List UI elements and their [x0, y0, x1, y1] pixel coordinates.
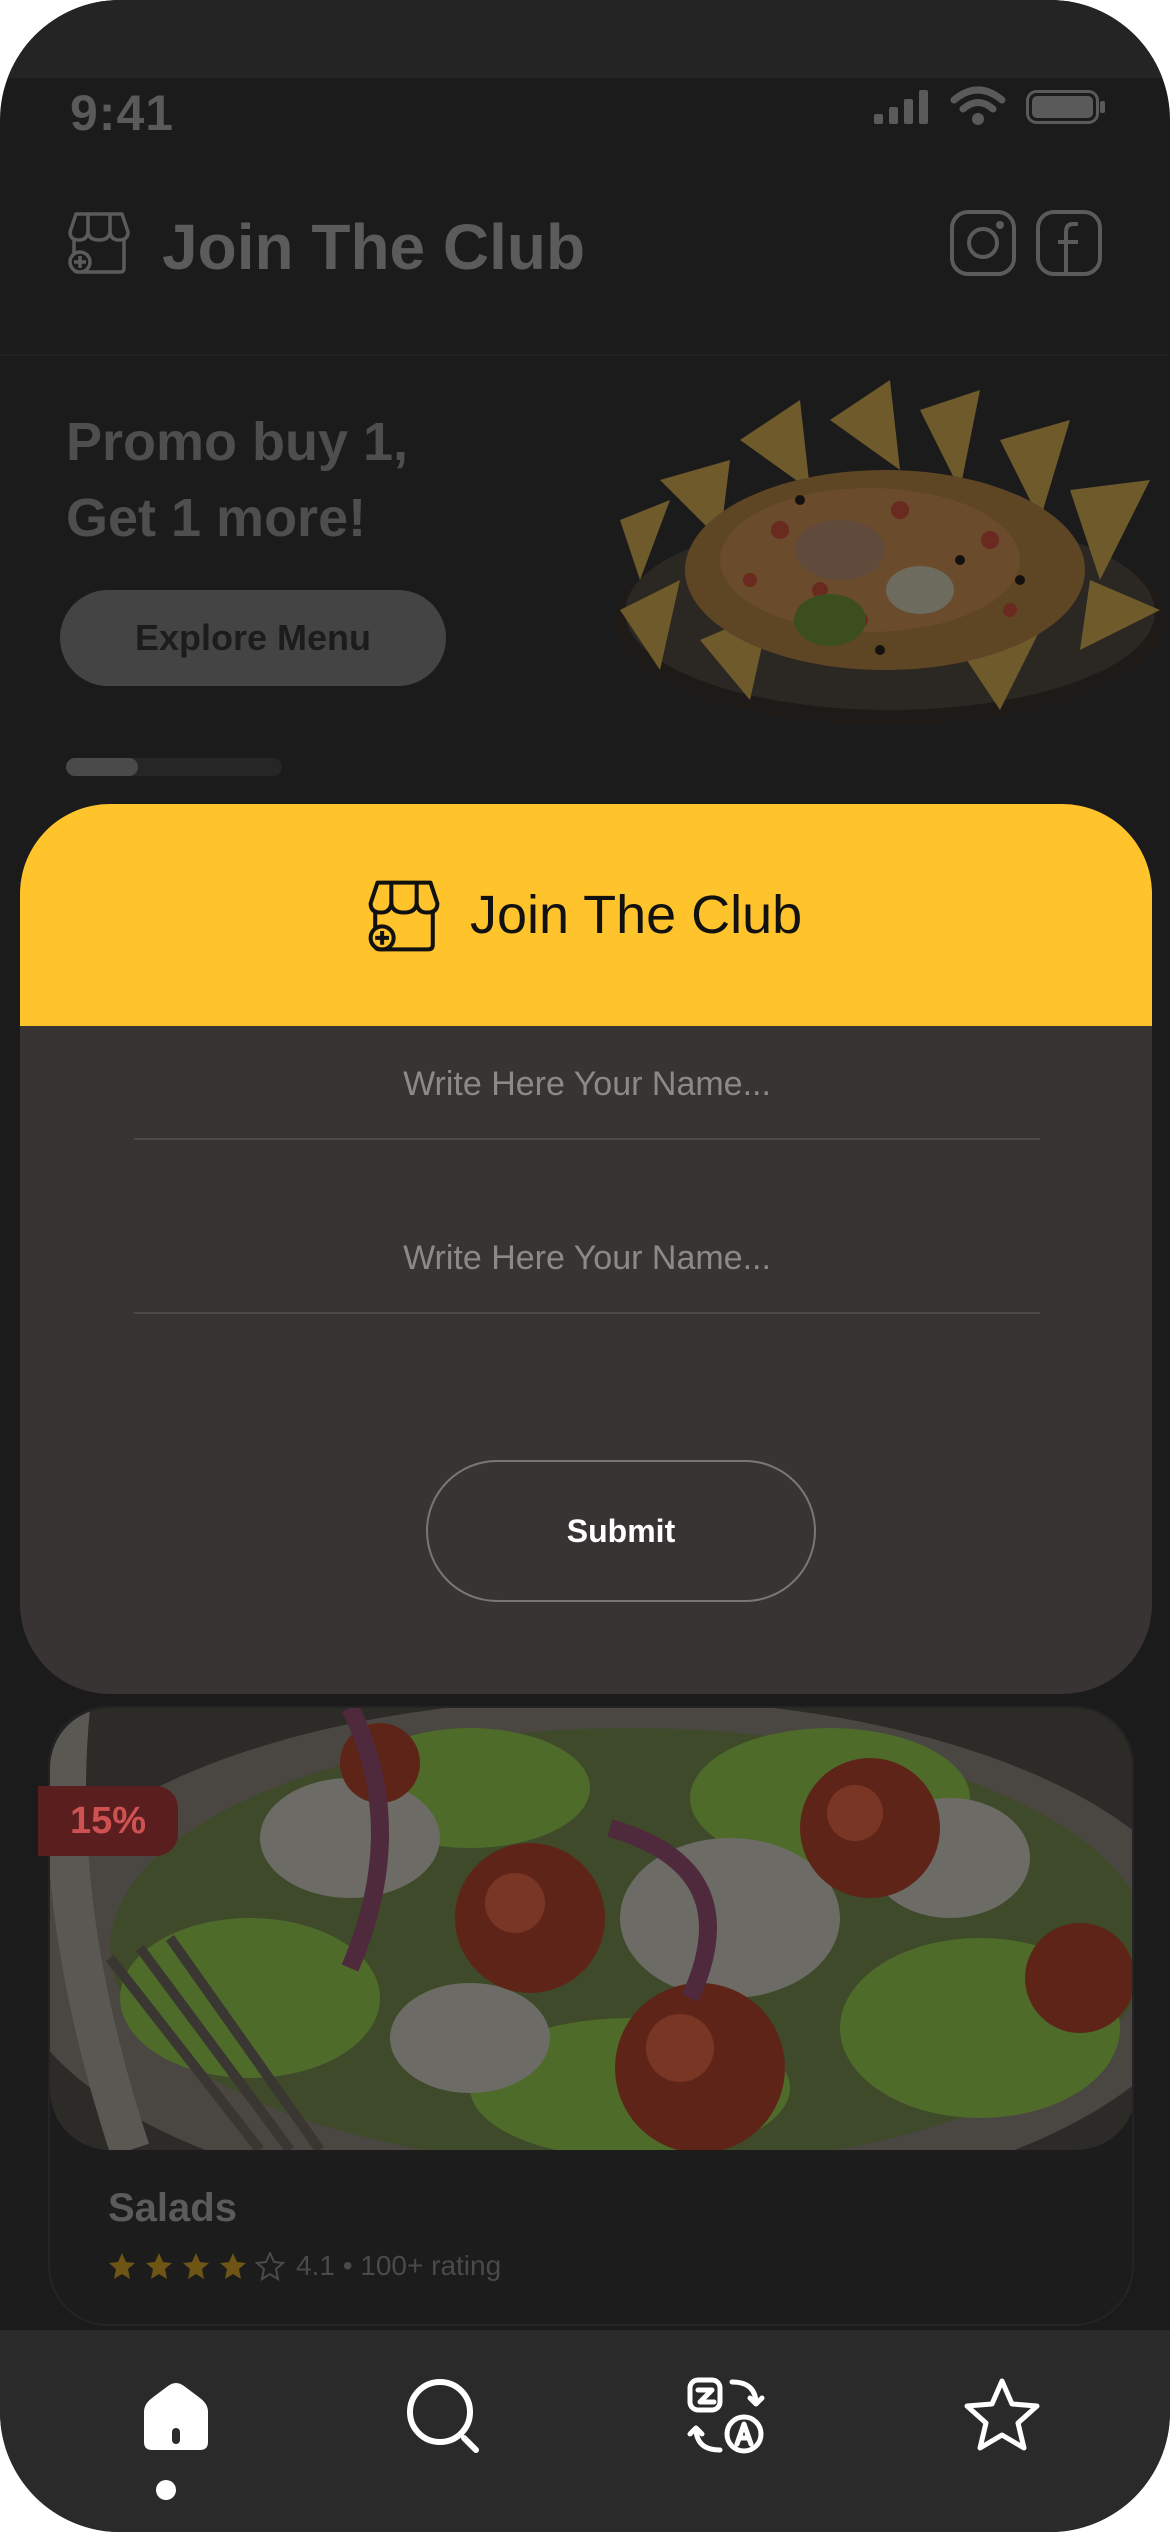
store-add-icon: [68, 212, 130, 274]
rating-text: 4.1 • 100+ rating: [296, 2250, 502, 2281]
carousel-indicator-active: [66, 758, 138, 776]
explore-menu-button[interactable]: Explore Menu: [60, 590, 446, 686]
star-icon: [220, 2253, 246, 2279]
wifi-icon: [950, 86, 1006, 125]
star-outline-icon: [254, 2252, 286, 2282]
battery-icon: [1026, 90, 1105, 124]
instagram-icon[interactable]: [950, 210, 1016, 276]
promo-title-line2: Get 1 more!: [66, 488, 367, 548]
phone-screen: 9:41 Join The Club Promo buy 1, Get 1 mo…: [0, 0, 1170, 2532]
second-name-input[interactable]: [134, 1204, 1040, 1312]
star-icon: [146, 2253, 172, 2279]
nachos-image: [615, 380, 1165, 725]
modal-header: Join The Club: [20, 804, 1152, 1026]
top-bezel: [0, 0, 1170, 78]
active-tab-indicator: [156, 2480, 176, 2500]
product-card[interactable]: [48, 1706, 1134, 2326]
promo-title-line1: Promo buy 1,: [66, 412, 409, 472]
name-input[interactable]: [134, 1030, 1040, 1138]
promo-title: Promo buy 1, Get 1 more!: [66, 404, 586, 556]
app-header: Join The Club: [0, 170, 1170, 356]
modal-title: Join The Club: [470, 885, 803, 945]
search-icon[interactable]: [404, 2376, 484, 2456]
home-icon[interactable]: [136, 2376, 216, 2456]
rating-stars: [109, 2252, 286, 2282]
submit-button[interactable]: Submit: [426, 1460, 816, 1602]
second-name-field: [134, 1204, 1040, 1314]
product-name: Salads: [108, 2186, 237, 2230]
star-icon[interactable]: [962, 2376, 1042, 2456]
star-icon: [183, 2253, 209, 2279]
discount-badge: 15%: [38, 1786, 178, 1856]
translate-icon[interactable]: [686, 2376, 766, 2456]
salad-image: [50, 1708, 1132, 2150]
signal-icon: [874, 90, 928, 124]
name-field: [134, 1030, 1040, 1140]
tab-bar: [0, 2330, 1170, 2532]
status-bar: 9:41: [0, 78, 1170, 148]
store-add-icon: [368, 880, 440, 952]
facebook-icon[interactable]: [1036, 210, 1102, 276]
header-title: Join The Club: [162, 211, 586, 283]
star-icon: [109, 2253, 135, 2279]
status-time: 9:41: [70, 85, 175, 141]
carousel-indicator: [66, 758, 282, 776]
